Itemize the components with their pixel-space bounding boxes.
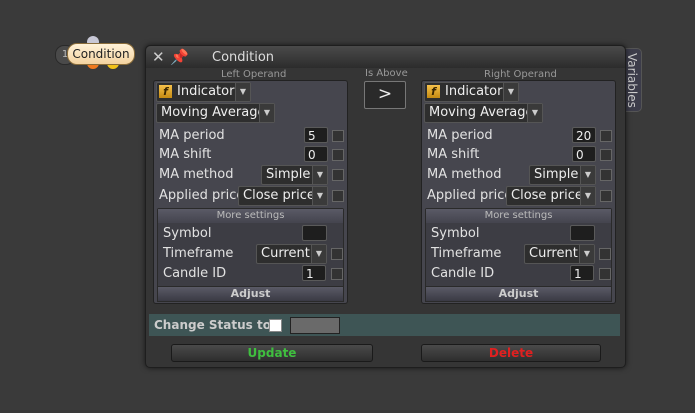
variables-tab-label: Variables [625, 53, 639, 108]
condition-window: ✕ 📌 Condition Left Operand Is Above Righ… [145, 45, 626, 368]
operator-label: Is Above [365, 68, 408, 79]
left-applied-price-select[interactable]: Close price ▼ [238, 186, 328, 206]
chevron-down-icon: ▼ [503, 83, 518, 101]
left-applied-price-value: Close price [243, 188, 315, 203]
left-timeframe-select[interactable]: Current ▼ [256, 244, 327, 264]
left-operand-panel: f Indicator ▼ Moving Average ▼ MA period… [153, 80, 348, 304]
left-indicator-value: Moving Average [161, 105, 266, 120]
left-candle-id-input[interactable]: 1 [302, 265, 326, 281]
right-candle-id-input[interactable]: 1 [570, 265, 594, 281]
right-symbol-input[interactable] [570, 225, 595, 241]
right-timeframe-label: Timeframe [431, 246, 502, 261]
function-icon: f [427, 85, 440, 98]
chevron-down-icon: ▼ [527, 104, 542, 122]
left-timeframe-value: Current [261, 246, 310, 261]
delete-button[interactable]: Delete [421, 344, 601, 362]
right-candle-id-label: Candle ID [431, 266, 495, 281]
right-applied-price-select[interactable]: Close price ▼ [506, 186, 596, 206]
condition-node[interactable]: 1 Condition [55, 36, 139, 69]
left-timeframe-label: Timeframe [163, 246, 234, 261]
right-more-settings: More settings Symbol Timeframe Current ▼… [425, 208, 612, 288]
window-title: Condition [212, 50, 275, 65]
function-icon: f [159, 85, 172, 98]
right-ma-shift-input[interactable]: 0 [572, 146, 596, 162]
change-status-checkbox[interactable] [269, 319, 282, 332]
right-ma-method-label: MA method [427, 167, 502, 182]
right-ma-method-select[interactable]: Simple ▼ [529, 165, 596, 185]
left-operand-header: Left Operand [221, 69, 287, 80]
left-ma-shift-checkbox[interactable] [332, 149, 344, 161]
right-timeframe-select[interactable]: Current ▼ [524, 244, 595, 264]
update-button[interactable]: Update [171, 344, 373, 362]
right-ma-period-input[interactable]: 20 [572, 127, 596, 143]
left-candle-id-label: Candle ID [163, 266, 227, 281]
left-type-value: Indicator [177, 84, 235, 99]
left-ma-method-checkbox[interactable] [332, 169, 344, 181]
right-ma-method-value: Simple [534, 167, 579, 182]
title-bar[interactable]: ✕ 📌 Condition [146, 46, 625, 68]
left-applied-price-label: Applied price [159, 188, 245, 203]
left-ma-period-label: MA period [159, 128, 225, 143]
right-ma-period-checkbox[interactable] [600, 130, 612, 142]
right-symbol-label: Symbol [431, 226, 480, 241]
chevron-down-icon: ▼ [580, 166, 595, 184]
node-label[interactable]: Condition [67, 43, 135, 65]
left-ma-period-checkbox[interactable] [332, 130, 344, 142]
left-ma-shift-label: MA shift [159, 147, 212, 162]
change-status-label: Change Status to [154, 318, 271, 332]
left-ma-shift-input[interactable]: 0 [304, 146, 328, 162]
left-ma-period-input[interactable]: 5 [304, 127, 328, 143]
right-timeframe-checkbox[interactable] [599, 248, 611, 260]
right-ma-period-label: MA period [427, 128, 493, 143]
right-ma-method-checkbox[interactable] [600, 169, 612, 181]
left-ma-method-label: MA method [159, 167, 234, 182]
right-timeframe-value: Current [529, 246, 578, 261]
right-operand-header: Right Operand [484, 69, 557, 80]
right-type-value: Indicator [445, 84, 503, 99]
left-ma-method-select[interactable]: Simple ▼ [261, 165, 328, 185]
left-indicator-select[interactable]: Moving Average ▼ [156, 103, 275, 123]
pin-icon[interactable]: 📌 [170, 48, 189, 66]
right-adjust-button[interactable]: Adjust [425, 286, 612, 302]
right-applied-price-value: Close price [511, 188, 583, 203]
left-candle-id-checkbox[interactable] [331, 268, 343, 280]
right-ma-shift-label: MA shift [427, 147, 480, 162]
left-adjust-button[interactable]: Adjust [157, 286, 344, 302]
right-indicator-value: Moving Average [429, 105, 534, 120]
right-type-select[interactable]: f Indicator ▼ [424, 82, 519, 102]
close-icon[interactable]: ✕ [152, 49, 165, 65]
left-symbol-input[interactable] [302, 225, 327, 241]
left-ma-method-value: Simple [266, 167, 311, 182]
right-operand-panel: f Indicator ▼ Moving Average ▼ MA period… [421, 80, 616, 304]
left-type-select[interactable]: f Indicator ▼ [156, 82, 251, 102]
right-applied-price-label: Applied price [427, 188, 513, 203]
right-indicator-select[interactable]: Moving Average ▼ [424, 103, 543, 123]
chevron-down-icon: ▼ [312, 187, 327, 205]
chevron-down-icon: ▼ [312, 166, 327, 184]
right-applied-price-checkbox[interactable] [600, 190, 612, 202]
left-more-settings-header[interactable]: More settings [158, 209, 343, 223]
chevron-down-icon: ▼ [580, 187, 595, 205]
change-status-row: Change Status to [149, 314, 620, 336]
left-timeframe-checkbox[interactable] [331, 248, 343, 260]
chevron-down-icon: ▼ [579, 245, 594, 263]
right-more-settings-header[interactable]: More settings [426, 209, 611, 223]
left-more-settings: More settings Symbol Timeframe Current ▼… [157, 208, 344, 288]
chevron-down-icon: ▼ [259, 104, 274, 122]
chevron-down-icon: ▼ [311, 245, 326, 263]
right-candle-id-checkbox[interactable] [599, 268, 611, 280]
left-applied-price-checkbox[interactable] [332, 190, 344, 202]
chevron-down-icon: ▼ [235, 83, 250, 101]
left-symbol-label: Symbol [163, 226, 212, 241]
operator-button[interactable]: > [364, 81, 406, 109]
status-color-swatch[interactable] [290, 317, 340, 334]
right-ma-shift-checkbox[interactable] [600, 149, 612, 161]
